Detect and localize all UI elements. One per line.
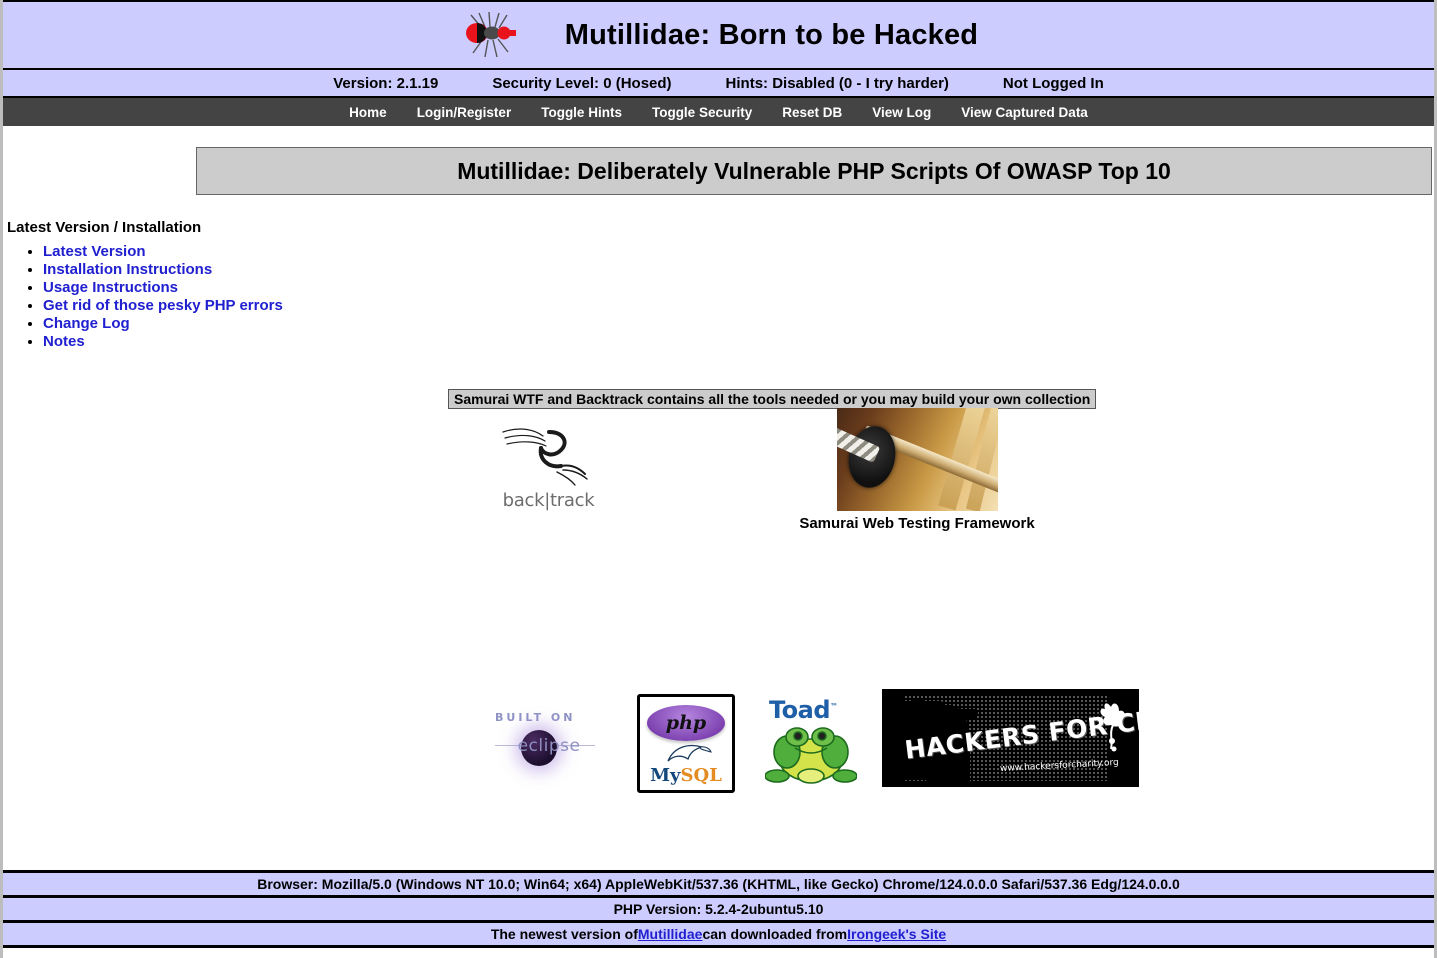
- backtrack-dragon-icon: [502, 428, 588, 486]
- rooster-icon: [1100, 703, 1125, 752]
- site-header: Mutillidae: Born to be Hacked: [3, 0, 1434, 70]
- section-heading: Latest Version / Installation: [7, 219, 202, 236]
- status-version: Version: 2.1.19: [333, 74, 439, 92]
- nav-item-view-captured-data[interactable]: View Captured Data: [961, 105, 1088, 120]
- nav-item-view-log[interactable]: View Log: [872, 105, 931, 120]
- toad-frog-logo-icon[interactable]: Toad™: [763, 696, 863, 791]
- list-item: Notes: [43, 333, 283, 351]
- backtrack-logo-icon[interactable]: back|track: [491, 416, 606, 516]
- list-item: Change Log: [43, 315, 283, 333]
- page-title: Mutillidae: Born to be Hacked: [564, 18, 979, 51]
- status-bar: Version: 2.1.19 Security Level: 0 (Hosed…: [3, 70, 1434, 98]
- main-navigation: Home Login/Register Toggle Hints Toggle …: [3, 98, 1434, 126]
- status-login-state: Not Logged In: [1002, 74, 1104, 92]
- nav-item-toggle-security[interactable]: Toggle Security: [652, 105, 752, 120]
- footer-spacer: [3, 948, 1434, 958]
- content-area: Mutillidae: Deliberately Vulnerable PHP …: [3, 126, 1434, 870]
- samurai-wtf-block[interactable]: Samurai Web Testing Framework: [799, 408, 1035, 532]
- eclipse-orb: eclipse: [495, 728, 595, 768]
- link-usage-instructions[interactable]: Usage Instructions: [43, 279, 178, 296]
- footer-newest-prefix: The newest version of: [490, 926, 638, 942]
- mysql-my: My: [650, 765, 681, 786]
- status-hints: Hints: Disabled (0 - I try harder): [725, 74, 949, 92]
- list-item: Installation Instructions: [43, 261, 283, 279]
- php-mysql-logo-icon[interactable]: php MySQL: [637, 694, 735, 793]
- nav-item-toggle-hints[interactable]: Toggle Hints: [541, 105, 622, 120]
- footer-newest-middle: can downloaded from: [702, 926, 848, 942]
- hfc-banner: HACKERS FOR CHARITY www.hackersforcharit…: [882, 689, 1139, 787]
- footer-link-mutillidae[interactable]: Mutillidae: [638, 926, 703, 942]
- mysql-dolphin-icon: [667, 744, 712, 762]
- eclipse-logo-icon[interactable]: BUILT ON eclipse: [495, 711, 595, 773]
- list-item: Latest Version: [43, 243, 283, 261]
- eclipse-wordmark: eclipse: [517, 736, 581, 756]
- toad-word-text: Toad: [769, 696, 831, 724]
- toad-tm: ™: [830, 702, 838, 711]
- backtrack-wordmark: back|track: [502, 490, 595, 511]
- footer-link-irongeek[interactable]: Irongeek's Site: [847, 926, 946, 942]
- hackers-for-charity-banner-icon[interactable]: HACKERS FOR CHARITY www.hackersforcharit…: [882, 689, 1139, 787]
- tools-caption: Samurai WTF and Backtrack contains all t…: [448, 389, 1097, 409]
- link-installation-instructions[interactable]: Installation Instructions: [43, 261, 212, 278]
- link-latest-version[interactable]: Latest Version: [43, 243, 146, 260]
- footer-browser: Browser: Mozilla/5.0 (Windows NT 10.0; W…: [3, 870, 1434, 895]
- latest-version-link-list: Latest Version Installation Instructions…: [3, 243, 283, 351]
- site-footer: Browser: Mozilla/5.0 (Windows NT 10.0; W…: [3, 870, 1434, 958]
- nav-item-home[interactable]: Home: [349, 105, 387, 120]
- eclipse-built-on-text: BUILT ON: [495, 711, 576, 724]
- samurai-caption: Samurai Web Testing Framework: [799, 515, 1035, 532]
- ant-bug-icon: [465, 11, 516, 58]
- frog-icon: [765, 727, 857, 784]
- nav-item-login-register[interactable]: Login/Register: [417, 105, 512, 120]
- link-notes[interactable]: Notes: [43, 333, 85, 350]
- mysql-wordmark: MySQL: [640, 765, 732, 786]
- content-banner: Mutillidae: Deliberately Vulnerable PHP …: [196, 147, 1432, 195]
- php-wordmark: php: [665, 712, 707, 734]
- mysql-sql: SQL: [680, 765, 722, 786]
- nav-item-reset-db[interactable]: Reset DB: [782, 105, 842, 120]
- samurai-sword-photo: [837, 408, 998, 511]
- mutillidae-page: Mutillidae: Born to be Hacked Version: 2…: [0, 0, 1437, 958]
- link-change-log[interactable]: Change Log: [43, 315, 130, 332]
- footer-php-version: PHP Version: 5.2.4-2ubuntu5.10: [3, 895, 1434, 920]
- link-php-errors[interactable]: Get rid of those pesky PHP errors: [43, 297, 283, 314]
- php-oval: php: [647, 705, 725, 741]
- list-item: Get rid of those pesky PHP errors: [43, 297, 283, 315]
- status-security-level: Security Level: 0 (Hosed): [492, 74, 672, 92]
- footer-newest-version: The newest version of Mutillidae can dow…: [3, 920, 1434, 948]
- list-item: Usage Instructions: [43, 279, 283, 297]
